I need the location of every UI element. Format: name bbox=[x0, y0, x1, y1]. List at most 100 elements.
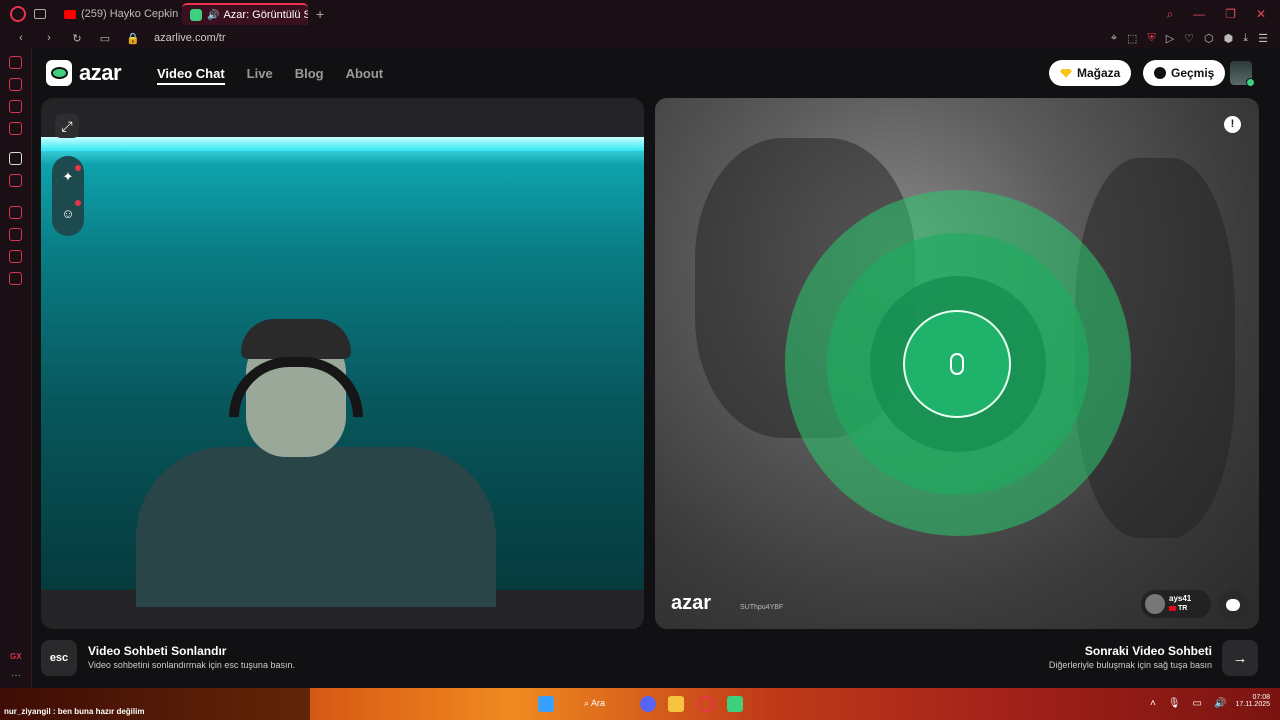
watermark-id: SUThpu4YBF bbox=[740, 604, 784, 611]
turkey-flag-icon bbox=[1169, 605, 1176, 611]
nav-blog[interactable]: Blog bbox=[295, 66, 324, 85]
azar-watermark: azar bbox=[671, 592, 712, 614]
address-bar-actions: ⌖ ⬚ ⛨ ▷ ♡ ⬡ ⬢ ⤓ ☰ bbox=[1111, 32, 1280, 45]
messenger-sidebar-icon[interactable] bbox=[9, 100, 22, 113]
partner-chip[interactable]: ays41 TR bbox=[1141, 590, 1211, 618]
system-tray: ˄ 🎙 ▭ 🔊 bbox=[1150, 698, 1226, 709]
mic-tray-icon[interactable]: 🎙 bbox=[1168, 698, 1181, 709]
self-video-panel: ⤢ ✦ ☺ bbox=[41, 98, 644, 629]
partner-avatar bbox=[1145, 594, 1165, 614]
next-chat-title: Sonraki Video Sohbeti bbox=[1084, 644, 1212, 658]
reload-icon[interactable]: ↻ bbox=[70, 32, 84, 45]
minimize-icon[interactable]: — bbox=[1193, 7, 1205, 22]
file-explorer-icon[interactable] bbox=[668, 696, 684, 712]
workspaces-icon[interactable] bbox=[34, 9, 46, 19]
partner-name: ays41 bbox=[1169, 594, 1192, 603]
extensions-sidebar-icon[interactable] bbox=[9, 250, 22, 263]
online-status-dot bbox=[1246, 78, 1255, 87]
url-field[interactable]: azarlive.com/tr bbox=[154, 32, 226, 44]
gx-logo-icon[interactable]: GX bbox=[10, 652, 22, 661]
aria-sidebar-icon[interactable] bbox=[9, 152, 22, 165]
taskbar: nur_ziyangil : ben buna hazır değilim ⌕ … bbox=[0, 688, 1280, 720]
face-filter-icon[interactable]: ☺ bbox=[59, 204, 77, 222]
settings-sidebar-icon[interactable] bbox=[9, 272, 22, 285]
tab-youtube[interactable]: (259) Hayko Cepkin - Fırt bbox=[56, 3, 182, 25]
shop-button[interactable]: Mağaza bbox=[1049, 60, 1132, 86]
tray-overflow-icon[interactable]: ˄ bbox=[1150, 698, 1156, 709]
menu-icon[interactable]: ☰ bbox=[1258, 32, 1268, 45]
new-tab-button[interactable]: + bbox=[316, 6, 324, 22]
snapshot-icon[interactable]: ⬚ bbox=[1127, 32, 1137, 45]
taskbar-search[interactable]: ⌕ Ara bbox=[584, 698, 605, 709]
discord-icon[interactable] bbox=[640, 696, 656, 712]
clock-date: 17.11.2025 bbox=[1235, 701, 1270, 708]
nav-video-chat[interactable]: Video Chat bbox=[157, 66, 225, 85]
logo-text[interactable]: azar bbox=[79, 60, 122, 86]
expand-icon[interactable]: ⤢ bbox=[55, 114, 79, 138]
opera-logo-icon[interactable] bbox=[10, 6, 26, 22]
led-strip bbox=[41, 137, 644, 151]
back-icon[interactable]: ‹ bbox=[14, 32, 28, 44]
notification-dot bbox=[75, 165, 81, 171]
start-icon[interactable] bbox=[538, 696, 554, 712]
clock[interactable]: 07:08 17.11.2025 bbox=[1228, 694, 1270, 708]
effects-toolbar: ✦ ☺ bbox=[52, 156, 84, 236]
twitch-sidebar-icon[interactable] bbox=[9, 174, 22, 187]
video-sidebar-icon[interactable] bbox=[9, 206, 22, 219]
end-chat-title: Video Sohbeti Sonlandır bbox=[88, 644, 227, 658]
volume-tray-icon[interactable]: 🔊 bbox=[1214, 698, 1226, 709]
play-icon[interactable]: ▷ bbox=[1166, 32, 1174, 45]
person-jacket bbox=[136, 447, 496, 607]
speaker-icon[interactable]: 🔊 bbox=[207, 10, 219, 21]
azar-logo-icon[interactable] bbox=[46, 60, 72, 86]
gx-corner-sidebar-icon[interactable] bbox=[9, 122, 22, 135]
player-sidebar-icon[interactable] bbox=[9, 78, 22, 91]
partner-country: TR bbox=[1169, 605, 1187, 612]
extensions-icon[interactable]: ⬡ bbox=[1204, 32, 1214, 45]
nav-live[interactable]: Live bbox=[247, 66, 273, 85]
nav-about[interactable]: About bbox=[346, 66, 384, 85]
partner-video-panel: ! azar SUThpu4YBF ays41 TR bbox=[655, 98, 1259, 629]
history-button[interactable]: Geçmiş bbox=[1143, 60, 1226, 86]
chat-footer: esc Video Sohbeti Sonlandır Video sohbet… bbox=[32, 638, 1280, 678]
forward-icon[interactable]: › bbox=[42, 32, 56, 44]
browser-tab-bar: (259) Hayko Cepkin - Fırt 🔊 Azar: Görünt… bbox=[0, 0, 1280, 28]
tab-azar[interactable]: 🔊 Azar: Görüntülü Sohbe ✕ bbox=[182, 3, 308, 25]
download-icon[interactable]: ⤓ bbox=[1243, 32, 1248, 45]
report-icon[interactable]: ! bbox=[1224, 116, 1241, 133]
self-camera-feed bbox=[41, 137, 644, 607]
azar-taskbar-icon[interactable] bbox=[727, 696, 743, 712]
browser-sidebar: GX ··· bbox=[0, 48, 32, 688]
search-icon[interactable]: ⌕ bbox=[1166, 7, 1173, 22]
clock-time: 07:08 bbox=[1252, 694, 1270, 701]
azar-favicon-icon bbox=[190, 9, 202, 21]
microphone-icon bbox=[903, 310, 1011, 418]
display-tray-icon[interactable]: ▭ bbox=[1193, 698, 1202, 709]
cube-icon[interactable]: ⬢ bbox=[1224, 32, 1234, 45]
window-controls: ⌕ — ❐ ✕ bbox=[1166, 7, 1280, 22]
camera-icon[interactable]: ▭ bbox=[98, 32, 112, 45]
notification-dot bbox=[75, 200, 81, 206]
azar-page: azar Video Chat Live Blog About Mağaza G… bbox=[32, 48, 1280, 688]
end-chat-button[interactable]: esc bbox=[41, 640, 77, 676]
history-sidebar-icon[interactable] bbox=[9, 228, 22, 241]
maximize-icon[interactable]: ❐ bbox=[1225, 7, 1236, 22]
shield-icon[interactable]: ⛨ bbox=[1147, 32, 1155, 45]
refresh-sidebar-icon[interactable] bbox=[9, 56, 22, 69]
next-chat-hint: Diğerleriyle buluşmak için sağ tuşa bası… bbox=[1048, 660, 1212, 670]
sparkle-effects-icon[interactable]: ✦ bbox=[59, 168, 77, 186]
opera-gx-taskbar-icon[interactable] bbox=[698, 696, 714, 712]
next-chat-button[interactable]: → bbox=[1222, 640, 1258, 676]
lock-icon[interactable]: 🔒 bbox=[126, 32, 140, 45]
pin-icon[interactable]: ⌖ bbox=[1111, 32, 1117, 45]
address-bar: ‹ › ↻ ▭ 🔒 azarlive.com/tr ⌖ ⬚ ⛨ ▷ ♡ ⬡ ⬢ … bbox=[0, 28, 1280, 48]
clock-icon bbox=[1154, 67, 1166, 79]
person-hair bbox=[241, 319, 351, 359]
youtube-icon bbox=[64, 9, 76, 19]
heart-icon[interactable]: ♡ bbox=[1184, 32, 1194, 45]
close-window-icon[interactable]: ✕ bbox=[1256, 7, 1266, 22]
site-header: azar Video Chat Live Blog About Mağaza G… bbox=[32, 48, 1280, 98]
gem-icon bbox=[1060, 68, 1072, 78]
chat-button[interactable] bbox=[1218, 590, 1248, 620]
more-icon[interactable]: ··· bbox=[11, 670, 21, 681]
